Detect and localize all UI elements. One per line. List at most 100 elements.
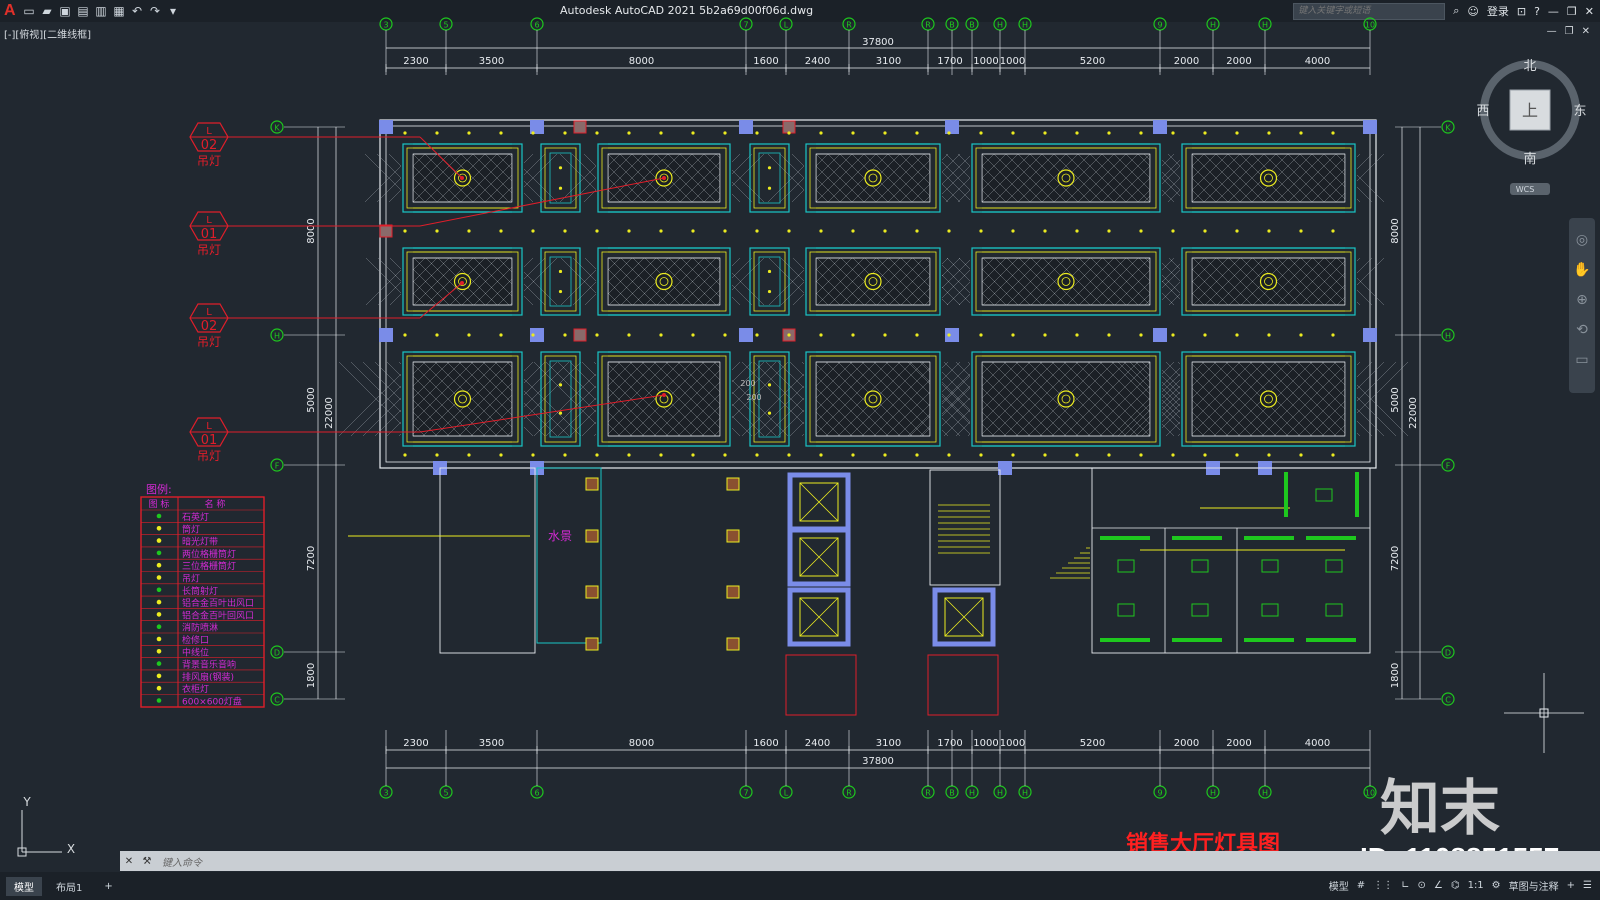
dim-label: 2000	[1174, 738, 1199, 749]
grid-bubble-label: 3	[383, 789, 388, 798]
workspace-gear-icon[interactable]: ⚙	[1492, 880, 1501, 891]
grid-bubble-label: H	[1210, 21, 1216, 30]
mask	[1182, 208, 1355, 258]
polar-toggle-icon[interactable]: ⊙	[1417, 880, 1425, 891]
column-red	[573, 328, 587, 342]
grid-bubble-label: H	[1022, 21, 1028, 30]
downlight	[1299, 131, 1303, 135]
downlight	[467, 453, 471, 457]
mask	[806, 312, 940, 362]
tab-layout1[interactable]: 布局1	[48, 877, 90, 896]
downlight	[467, 131, 471, 135]
legend-item-icon	[156, 599, 162, 605]
closet-light	[1244, 536, 1294, 540]
workspace-selector[interactable]: 草图与注释	[1509, 878, 1559, 893]
dim-label: 5000	[1390, 387, 1401, 412]
downlight	[723, 333, 727, 337]
downlight	[851, 229, 855, 233]
downlight	[1171, 131, 1175, 135]
downlight	[767, 411, 772, 415]
downlight	[691, 333, 695, 337]
light-box	[726, 529, 740, 543]
grid-bubble-label: 10	[1365, 789, 1375, 798]
downlight	[595, 131, 599, 135]
mask	[1182, 104, 1355, 154]
downlight	[403, 229, 407, 233]
downlight	[947, 333, 951, 337]
plus-icon[interactable]: +	[1567, 880, 1575, 891]
legend-item-name: 铝合金百叶回风口	[182, 609, 254, 621]
downlight	[851, 131, 855, 135]
dim-label: 1800	[1390, 663, 1401, 688]
downlight	[1267, 333, 1271, 337]
downlight	[1139, 333, 1143, 337]
mask	[403, 104, 522, 154]
column	[1363, 120, 1377, 134]
dim-label: 3500	[479, 56, 504, 67]
tab-model[interactable]: 模型	[6, 876, 42, 896]
dim-label: 2400	[805, 738, 830, 749]
downlight	[819, 131, 823, 135]
downlight	[1043, 453, 1047, 457]
command-input[interactable]: 键入命令	[156, 854, 202, 869]
navigation-bar[interactable]: ◎ ✋ ⊕ ⟲ ▭	[1569, 218, 1595, 393]
dim-total: 22000	[324, 397, 335, 429]
ortho-toggle-icon[interactable]: ∟	[1401, 880, 1409, 891]
downlight	[435, 333, 439, 337]
drawing-canvas[interactable]: 3 5 6 7 L R R B B H H 9 H H 10 K K H H F F D D C C 3 5 6 7 L R R B H H H 9 H…	[0, 0, 1600, 870]
grid-bubble-label: H	[997, 789, 1003, 798]
downlight	[851, 453, 855, 457]
legend-header-icon: 图 标	[149, 498, 170, 510]
snap-toggle-icon[interactable]: ⋮⋮	[1373, 880, 1393, 891]
downlight	[1267, 229, 1271, 233]
legend-item-name: 长筒射灯	[182, 585, 218, 597]
compass-north: 北	[1523, 59, 1536, 74]
downlight	[659, 453, 663, 457]
downlight	[819, 229, 823, 233]
column-red	[573, 120, 587, 134]
legend-item-icon	[156, 538, 162, 543]
dim-label: 8000	[1390, 218, 1401, 243]
closet-light	[1306, 638, 1356, 642]
column	[1153, 120, 1167, 134]
dim-label: 1600	[753, 56, 778, 67]
column	[945, 120, 959, 134]
downlight	[1331, 333, 1335, 337]
compass-east: 东	[1573, 104, 1586, 119]
downlight	[787, 131, 791, 135]
status-model[interactable]: 模型	[1329, 878, 1349, 893]
downlight	[1075, 333, 1079, 337]
mask	[972, 208, 1160, 258]
tab-add[interactable]: +	[96, 879, 120, 894]
command-line[interactable]: ✕ ⚒ 键入命令	[120, 851, 1600, 871]
scale-selector[interactable]: 1:1	[1468, 880, 1484, 891]
legend-item-name: 消防喷淋	[182, 622, 218, 634]
downlight	[1075, 229, 1079, 233]
downlight	[883, 453, 887, 457]
downlight	[723, 453, 727, 457]
downlight	[915, 453, 919, 457]
grid-bubble-label: F	[1446, 462, 1451, 471]
legend-item-name: 筒灯	[182, 523, 200, 535]
ucs-y-label: Y	[22, 795, 31, 809]
mask	[403, 312, 522, 362]
dim-label: 7200	[306, 546, 317, 571]
downlight	[787, 229, 791, 233]
view-cube[interactable]: 上 北南 东 西 WCS	[1476, 59, 1587, 195]
grid-toggle-icon[interactable]: #	[1357, 880, 1365, 891]
downlight	[1235, 229, 1239, 233]
dim-label: 5200	[1080, 738, 1105, 749]
command-close-icon[interactable]: ✕	[120, 856, 138, 867]
osnap-toggle-icon[interactable]: ∠	[1434, 880, 1443, 891]
downlight	[558, 269, 563, 274]
column	[1363, 328, 1377, 342]
legend-item-icon	[156, 513, 162, 519]
annotation-icon[interactable]: ⌬	[1451, 880, 1460, 891]
dim-total: 37800	[862, 37, 894, 48]
downlight	[979, 229, 983, 233]
command-customize-icon[interactable]: ⚒	[138, 856, 156, 867]
legend-item-icon	[156, 612, 162, 617]
downlight	[1011, 229, 1015, 233]
menu-icon[interactable]: ☰	[1583, 880, 1592, 891]
grid-bubble-label: R	[925, 21, 931, 30]
